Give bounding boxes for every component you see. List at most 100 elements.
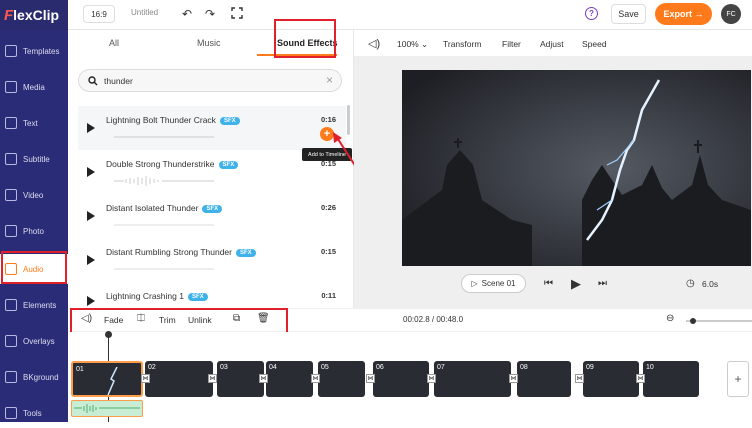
list-item[interactable]: Lightning Crashing 1 SFX 0:11 — [78, 282, 346, 308]
tab-all[interactable]: All — [109, 38, 119, 48]
transition-icon[interactable]: ⋈ — [509, 374, 518, 383]
photo-icon — [5, 225, 17, 237]
sidebar-item-label: Video — [23, 190, 44, 200]
transition-icon[interactable]: ⋈ — [366, 374, 375, 383]
chevron-down-icon[interactable]: ⌄ — [421, 39, 428, 50]
transition-icon[interactable]: ⋈ — [208, 374, 217, 383]
audio-waveform — [74, 404, 140, 413]
sidebar-item-label: Tools — [23, 408, 42, 418]
logo-mark: F — [4, 6, 14, 24]
play-icon[interactable] — [87, 255, 95, 265]
sidebar-item-tools[interactable]: Tools — [0, 398, 68, 428]
sfx-badge: SFX — [236, 249, 256, 257]
zoom-out-icon[interactable]: ⊖ — [666, 313, 674, 324]
video-preview[interactable] — [402, 70, 751, 266]
sidebar-item-photo[interactable]: Photo — [0, 216, 68, 246]
sfx-badge: SFX — [202, 205, 223, 213]
export-button[interactable]: Export → — [655, 3, 712, 25]
timeline-clip[interactable]: 05 — [318, 361, 365, 397]
playhead-handle[interactable] — [105, 331, 112, 338]
audio-clip[interactable] — [71, 400, 143, 417]
sfx-badge: SFX — [187, 293, 208, 301]
transition-icon[interactable]: ⋈ — [427, 374, 436, 383]
list-item[interactable]: Distant Rumbling Strong Thunder SFX 0:15 — [78, 238, 346, 282]
search-input[interactable]: thunder — [104, 76, 133, 86]
play-icon[interactable] — [87, 211, 95, 221]
video-toolbar: ◁) 100% ⌄ Transform Filter Adjust Speed — [354, 30, 752, 57]
play-button[interactable]: ▶ — [571, 276, 581, 292]
sidebar-item-overlays[interactable]: Overlays — [0, 326, 68, 356]
transition-icon[interactable]: ⋈ — [636, 374, 645, 383]
next-icon[interactable]: ⏭ — [598, 278, 607, 289]
help-icon[interactable]: ? — [585, 7, 598, 20]
track-name: Distant Isolated Thunder SFX — [106, 203, 223, 213]
transition-icon[interactable]: ⋈ — [575, 374, 584, 383]
transition-icon[interactable]: ⋈ — [311, 374, 320, 383]
play-icon[interactable] — [87, 296, 95, 306]
list-item[interactable]: Distant Isolated Thunder SFX 0:26 — [78, 194, 346, 238]
timeline-clip[interactable]: 07 — [434, 361, 511, 397]
track-name: Double Strong Thunderstrike SFX — [106, 159, 239, 169]
timeline-clip[interactable]: 04 — [266, 361, 313, 397]
scene-duration[interactable]: 6.0s — [702, 279, 718, 289]
avatar[interactable]: FC — [721, 4, 741, 24]
project-title[interactable]: Untitled — [131, 8, 158, 17]
zoom-slider-handle[interactable] — [690, 318, 696, 324]
video-icon — [5, 189, 17, 201]
timeline-clip[interactable]: 08 — [517, 361, 571, 397]
sidebar-item-background[interactable]: BKground — [0, 362, 68, 392]
timecode: 00:02.8 / 00:48.0 — [403, 315, 464, 324]
highlight-audio — [1, 251, 67, 284]
clear-search-icon[interactable]: × — [326, 73, 333, 87]
tools-icon — [5, 407, 17, 419]
transition-icon[interactable]: ⋈ — [141, 374, 150, 383]
sidebar-item-elements[interactable]: Elements — [0, 290, 68, 320]
timeline-clip[interactable]: 02 — [145, 361, 213, 397]
clip-number: 01 — [76, 366, 84, 373]
clip-number: 04 — [269, 364, 277, 371]
waveform — [114, 176, 214, 186]
timeline-clip[interactable]: 09 — [583, 361, 639, 397]
timeline-clip[interactable]: 06 — [373, 361, 429, 397]
app-logo[interactable]: F lexClip — [0, 0, 68, 30]
aspect-ratio-button[interactable]: 16:9 — [83, 5, 115, 23]
overlays-icon — [5, 335, 17, 347]
redo-icon[interactable]: ↷ — [205, 7, 215, 21]
filter-button[interactable]: Filter — [502, 39, 521, 49]
transition-icon[interactable]: ⋈ — [259, 374, 268, 383]
sidebar-item-media[interactable]: Media — [0, 72, 68, 102]
sidebar-item-templates[interactable]: Templates — [0, 36, 68, 66]
timeline-clip[interactable]: 10 — [643, 361, 699, 397]
top-bar — [68, 0, 752, 30]
sfx-badge: SFX — [219, 117, 240, 125]
clip-number: 03 — [220, 364, 228, 371]
save-button[interactable]: Save — [611, 4, 646, 24]
tab-music[interactable]: Music — [197, 38, 221, 48]
list-item[interactable]: Lightning Bolt Thunder Crack SFX 0:16 — [78, 106, 346, 150]
undo-icon[interactable]: ↶ — [182, 7, 192, 21]
sidebar-item-label: Overlays — [23, 336, 55, 346]
sidebar: Templates Media Text Subtitle Video Phot… — [0, 30, 68, 422]
sidebar-item-video[interactable]: Video — [0, 180, 68, 210]
sidebar-item-subtitle[interactable]: Subtitle — [0, 144, 68, 174]
timeline-clip[interactable]: 01 — [71, 361, 143, 397]
highlight-sound-effects — [274, 19, 336, 58]
track-title: Double Strong Thunderstrike — [106, 159, 215, 169]
adjust-button[interactable]: Adjust — [540, 39, 564, 49]
previous-icon[interactable]: ⏮ — [544, 278, 553, 289]
scene-selector[interactable]: ▷ Scene 01 — [461, 274, 526, 293]
sidebar-item-text[interactable]: Text — [0, 108, 68, 138]
fullscreen-icon[interactable] — [231, 7, 243, 21]
transform-button[interactable]: Transform — [443, 39, 481, 49]
play-icon[interactable] — [87, 167, 95, 177]
speed-button[interactable]: Speed — [582, 39, 607, 49]
timeline-clip[interactable]: 03 — [217, 361, 264, 397]
search-icon — [88, 76, 98, 86]
zoom-select[interactable]: 100% — [397, 39, 419, 49]
templates-icon — [5, 45, 17, 57]
volume-icon[interactable]: ◁) — [368, 37, 380, 50]
play-icon[interactable] — [87, 123, 95, 133]
media-icon — [5, 81, 17, 93]
add-scene-button[interactable]: + — [727, 361, 749, 397]
search-bar[interactable]: thunder × — [78, 69, 342, 92]
